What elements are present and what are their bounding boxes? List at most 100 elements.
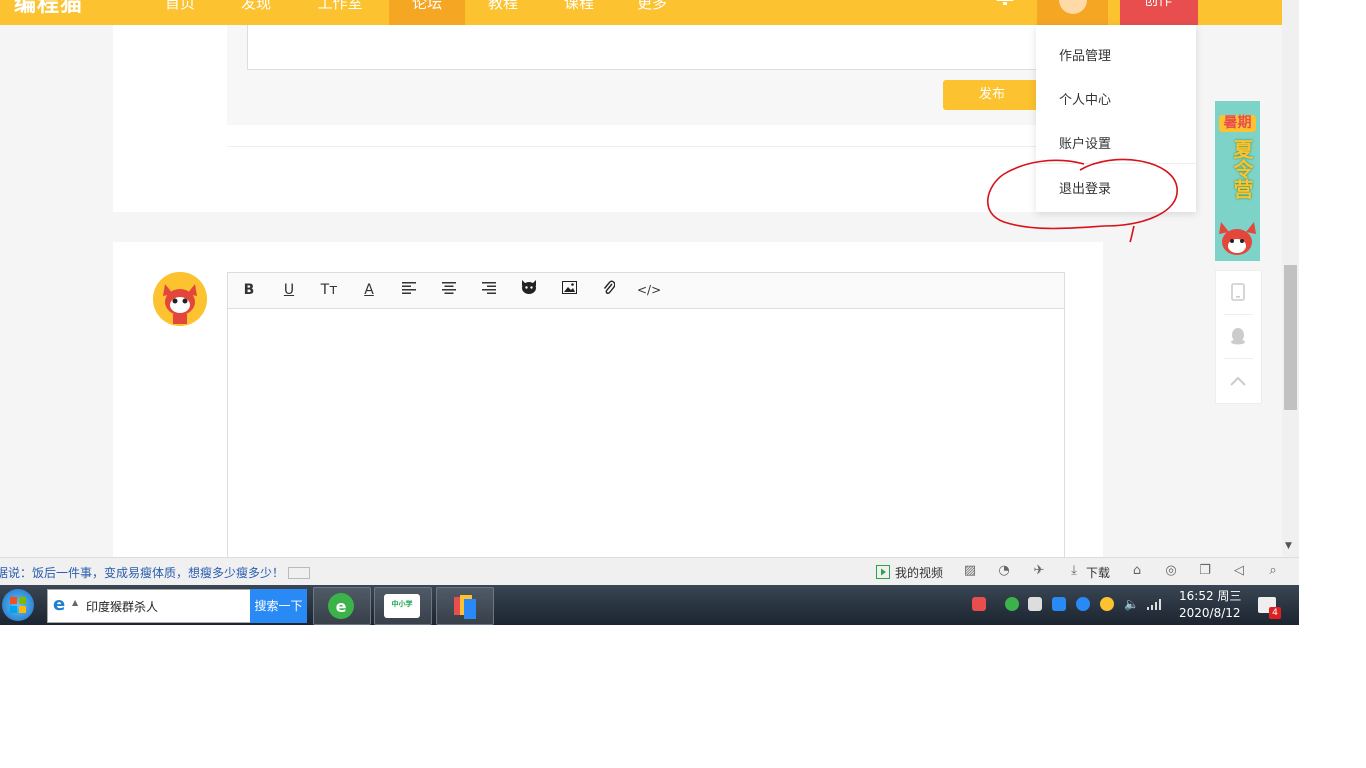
menu-item-account-settings[interactable]: 账户设置 xyxy=(1059,133,1111,152)
create-button[interactable]: 创作 xyxy=(1120,0,1198,25)
bell-icon[interactable] xyxy=(994,0,1016,6)
education-app-icon: 中小学 xyxy=(384,594,420,618)
summer-camp-banner[interactable]: 暑期 夏令营 xyxy=(1215,101,1260,261)
editor-card: B U Tт A </> xyxy=(113,242,1103,574)
nav-item-discover[interactable]: 发现 xyxy=(226,0,286,25)
image-button[interactable] xyxy=(557,280,581,300)
zoom-icon[interactable]: ⌕ xyxy=(1265,563,1281,579)
download-icon[interactable]: ⤓ xyxy=(1066,563,1082,579)
browser-app-icon: e xyxy=(328,593,354,619)
start-button[interactable] xyxy=(2,589,34,621)
font-color-button[interactable]: A xyxy=(357,280,381,300)
tablet-icon[interactable] xyxy=(1228,283,1248,303)
emoji-button[interactable] xyxy=(517,280,541,300)
divider xyxy=(227,146,1103,147)
panel-divider xyxy=(1224,314,1253,315)
site-logo[interactable]: 编程猫 xyxy=(14,0,83,18)
scrollbar-thumb[interactable] xyxy=(1284,265,1297,410)
ad-tag-icon xyxy=(288,567,310,579)
tray-shield-icon[interactable] xyxy=(1052,597,1066,611)
nav-item-tutorial[interactable]: 教程 xyxy=(473,0,533,25)
avatar xyxy=(1059,0,1087,14)
clock-time: 16:52 周三 xyxy=(1179,589,1242,603)
speed-icon[interactable]: ◔ xyxy=(996,563,1012,579)
reply-box: 发布 xyxy=(227,25,1062,125)
my-video-link[interactable]: 我的视频 xyxy=(895,564,943,581)
banner-line-2: 夏令营 xyxy=(1230,139,1254,199)
system-clock[interactable]: 16:52 周三 2020/8/12 xyxy=(1179,588,1241,622)
fox-mascot-icon xyxy=(1219,222,1256,255)
tray-qq-icon[interactable] xyxy=(1076,597,1090,611)
user-menu-trigger[interactable] xyxy=(1037,0,1108,25)
speaker-icon[interactable]: 🔈 xyxy=(1124,597,1139,611)
search-button[interactable]: 搜索一下 xyxy=(250,589,307,623)
svg-text:e: e xyxy=(336,597,347,616)
menu-item-logout[interactable]: 退出登录 xyxy=(1059,178,1111,197)
download-link[interactable]: 下载 xyxy=(1086,564,1110,581)
banner-line-1: 暑期 xyxy=(1219,115,1256,132)
taskbar-search-box[interactable]: e ▲ 印度猴群杀人 xyxy=(47,589,252,623)
games-icon[interactable]: ⌂ xyxy=(1129,563,1145,579)
nav-item-forum[interactable]: 论坛 xyxy=(389,0,465,25)
code-button[interactable]: </> xyxy=(637,280,661,300)
browser-status-bar: 据说：饭后一件事，变成易瘦体质，想瘦多少瘦多少！ 我的视频 ▨ ◔ ✈ ⤓ 下载… xyxy=(0,557,1299,586)
align-center-icon xyxy=(442,282,456,294)
font-size-button[interactable]: Tт xyxy=(317,280,341,300)
nav-item-more[interactable]: 更多 xyxy=(622,0,682,25)
image-tool-icon[interactable]: ▨ xyxy=(962,563,978,579)
menu-item-profile[interactable]: 个人中心 xyxy=(1059,89,1111,108)
back-to-top-icon[interactable] xyxy=(1228,371,1248,391)
windows-taskbar: e ▲ 印度猴群杀人 搜索一下 e 中小学 🔈 16:52 周三 2020/8/… xyxy=(0,585,1299,625)
panel-divider xyxy=(1224,358,1253,359)
attach-button[interactable] xyxy=(597,280,621,300)
scroll-down-arrow-icon[interactable]: ▼ xyxy=(1285,541,1292,551)
align-center-button[interactable] xyxy=(437,280,461,300)
rich-text-editor[interactable]: B U Tт A </> xyxy=(227,272,1065,574)
nav-item-course[interactable]: 课程 xyxy=(549,0,609,25)
search-input[interactable]: 印度猴群杀人 xyxy=(86,598,158,615)
image-icon xyxy=(561,281,577,294)
menu-item-works[interactable]: 作品管理 xyxy=(1059,45,1111,64)
publish-button[interactable]: 发布 xyxy=(943,80,1041,110)
underline-button[interactable]: U xyxy=(277,280,301,300)
align-right-icon xyxy=(482,282,496,294)
taskbar-app-browser[interactable]: e xyxy=(313,587,371,625)
taskbar-app-files[interactable] xyxy=(436,587,494,625)
tray-security-icon[interactable] xyxy=(1100,597,1114,611)
vertical-scrollbar[interactable]: ▼ xyxy=(1282,0,1299,557)
taskbar-app-education[interactable]: 中小学 xyxy=(374,587,432,625)
user-dropdown-menu: 作品管理 个人中心 账户设置 退出登录 xyxy=(1036,25,1196,212)
align-right-button[interactable] xyxy=(477,280,501,300)
volume-icon[interactable]: ◁ xyxy=(1231,563,1247,579)
ie-icon: e xyxy=(53,594,66,615)
reply-textarea[interactable] xyxy=(247,25,1042,70)
create-button-label: 创作 xyxy=(1144,0,1172,9)
align-left-button[interactable] xyxy=(397,280,421,300)
editor-toolbar: B U Tт A </> xyxy=(228,273,1064,309)
align-left-icon xyxy=(402,282,416,294)
sogou-input-icon[interactable] xyxy=(972,597,986,611)
bold-button[interactable]: B xyxy=(237,280,261,300)
qq-penguin-icon[interactable] xyxy=(1228,327,1248,347)
top-navigation: 编程猫 首页 发现 工作室 论坛 教程 课程 更多 创作 xyxy=(0,0,1282,25)
menu-divider xyxy=(1036,163,1196,164)
windows-logo-icon xyxy=(10,597,26,613)
dropdown-arrow-icon[interactable]: ▲ xyxy=(72,598,78,607)
rocket-icon[interactable]: ✈ xyxy=(1031,563,1047,579)
browser-icon[interactable]: ◎ xyxy=(1163,563,1179,579)
user-avatar xyxy=(153,272,207,326)
window-icon[interactable]: ❐ xyxy=(1197,563,1213,579)
news-ticker-link[interactable]: 据说：饭后一件事，变成易瘦体质，想瘦多少瘦多少！ xyxy=(0,564,284,581)
tray-app-icon[interactable] xyxy=(1005,597,1019,611)
colorful-app-icon xyxy=(454,595,476,619)
nav-item-home[interactable]: 首页 xyxy=(150,0,210,25)
tray-clipboard-icon[interactable] xyxy=(1028,597,1042,611)
video-play-icon[interactable] xyxy=(876,565,890,579)
quick-tools-panel xyxy=(1215,270,1262,404)
network-signal-icon[interactable] xyxy=(1147,598,1163,610)
cat-mascot-icon xyxy=(153,272,207,326)
paperclip-icon xyxy=(603,280,616,295)
clock-date: 2020/8/12 xyxy=(1179,606,1241,620)
notification-badge: 4 xyxy=(1269,607,1281,619)
nav-item-studio[interactable]: 工作室 xyxy=(305,0,375,25)
